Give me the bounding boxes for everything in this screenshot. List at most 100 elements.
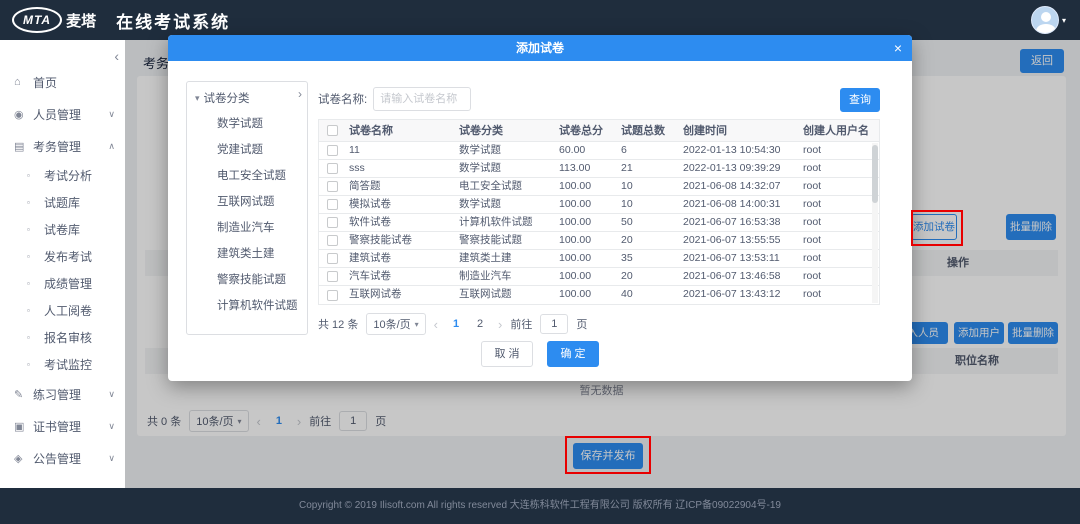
table-scrollbar[interactable] <box>872 143 878 303</box>
cell-created: 2021-06-07 16:53:38 <box>683 216 781 228</box>
total-count: 共 12 条 <box>318 319 359 331</box>
cell-score: 100.00 <box>559 270 592 282</box>
row-checkbox[interactable] <box>326 145 338 156</box>
category-tree-root[interactable]: ▾ 试卷分类 <box>187 82 307 111</box>
menu-label: 考试分析 <box>44 169 93 183</box>
tree-item[interactable]: 警察技能试题 <box>187 267 307 293</box>
row-checkbox[interactable] <box>326 199 338 210</box>
practice-icon: ✎ <box>14 388 24 401</box>
cancel-button[interactable]: 取 消 <box>481 341 533 367</box>
table-row: 互联网试卷 互联网试题 100.00 40 2021-06-07 13:43:12 roo… <box>319 286 879 304</box>
row-checkbox[interactable] <box>326 253 338 264</box>
exam-analysis-icon: ▫ <box>27 171 30 180</box>
select-all-checkbox[interactable] <box>326 125 338 136</box>
tree-item[interactable]: 建筑类土建 <box>187 241 307 267</box>
cell-score: 100.00 <box>559 288 592 300</box>
prev-page-icon[interactable]: ‹ <box>434 317 438 332</box>
checkbox-cell <box>319 232 345 249</box>
page-size-select[interactable]: 10条/页 ▾ <box>366 313 426 335</box>
row-checkbox[interactable] <box>326 271 338 282</box>
tree-collapse-handle-icon[interactable]: › <box>298 87 302 101</box>
sidebar-item-certificate[interactable]: ▣ 证书管理 ∨ <box>0 410 125 442</box>
cell-score: 113.00 <box>559 162 591 174</box>
tree-item[interactable]: 互联网试题 <box>187 189 307 215</box>
sidebar-item-score-mgmt[interactable]: ▫ 成绩管理 <box>0 270 125 297</box>
tree-item[interactable]: 数学试题 <box>187 111 307 137</box>
cell-creator: root <box>803 288 822 300</box>
cell-score: 60.00 <box>559 144 586 156</box>
sidebar-item-home[interactable]: ⌂ 首页 <box>0 66 125 98</box>
sidebar-collapse-icon[interactable]: ‹ <box>114 48 119 64</box>
sidebar-item-practice[interactable]: ✎ 练习管理 ∨ <box>0 378 125 410</box>
paper-table-body: 11 数学试题 60.00 6 2022-01-13 10:54:30 root sss 数学… <box>319 142 879 304</box>
page-title: 在线考试系统 <box>116 12 231 32</box>
cell-created: 2021-06-07 13:53:11 <box>683 252 780 264</box>
chevron-down-icon: ▾ <box>414 319 419 329</box>
sidebar-item-personnel[interactable]: ◉ 人员管理 ∨ <box>0 98 125 130</box>
avatar-body-icon <box>1035 24 1056 33</box>
cell-created: 2022-01-13 10:54:30 <box>683 144 781 156</box>
column-header: 试卷名称 <box>349 125 393 137</box>
cell-count: 50 <box>621 216 633 228</box>
brand-logo[interactable]: MTA 麦塔 <box>12 7 96 33</box>
query-button[interactable]: 查询 <box>840 88 880 112</box>
sidebar-item-exam-analysis[interactable]: ▫ 考试分析 <box>0 162 125 189</box>
sidebar-item-manual-marking[interactable]: ▫ 人工阅卷 <box>0 297 125 324</box>
cell-category: 数学试题 <box>459 198 501 210</box>
sidebar-item-exam-monitor[interactable]: ▫ 考试监控 <box>0 351 125 378</box>
chevron-down-icon: ∨ <box>108 388 115 399</box>
cell-count: 20 <box>621 270 633 282</box>
tree-item[interactable]: 电工安全试题 <box>187 163 307 189</box>
tree-root-label: 试卷分类 <box>203 93 250 105</box>
personnel-icon: ◉ <box>14 108 24 121</box>
confirm-button[interactable]: 确 定 <box>547 341 599 367</box>
sidebar-item-registration-review[interactable]: ▫ 报名审核 <box>0 324 125 351</box>
row-checkbox[interactable] <box>326 289 338 301</box>
scrollbar-thumb[interactable] <box>872 145 878 203</box>
cell-created: 2021-06-07 13:43:12 <box>683 288 781 300</box>
row-checkbox[interactable] <box>326 217 338 228</box>
sidebar-item-announcement[interactable]: ◈ 公告管理 ∨ <box>0 442 125 474</box>
table-row: 11 数学试题 60.00 6 2022-01-13 10:54:30 root <box>319 142 879 160</box>
menu-label: 发布考试 <box>44 250 93 264</box>
table-row: 汽车试卷 制造业汽车 100.00 20 2021-06-07 13:46:58 root <box>319 268 879 286</box>
menu-label: 考务管理 <box>33 139 82 154</box>
cell-name: sss <box>349 162 365 174</box>
goto-page-input[interactable] <box>540 314 569 334</box>
menu-label: 人工阅卷 <box>44 304 93 318</box>
app-window: MTA 麦塔 在线考试系统 ▾ ‹ ⌂ 首页 ◉ 人员管理 ∨ ▤ 考务管理 ∧ ▫ 考试分析 ▫ 试… <box>0 0 1080 524</box>
next-page-icon[interactable]: › <box>498 317 502 332</box>
row-checkbox[interactable] <box>326 181 338 192</box>
paper-name-input[interactable] <box>373 87 472 111</box>
cell-creator: root <box>803 180 822 192</box>
sidebar-menu: ⌂ 首页 ◉ 人员管理 ∨ ▤ 考务管理 ∧ ▫ 考试分析 ▫ 试题库 ▫ 试卷库 ▫ 发布考试 ▫ 成绩管理 ▫ 人… <box>0 40 125 474</box>
page-button-2[interactable]: 2 <box>470 314 490 334</box>
cell-score: 100.00 <box>559 252 592 264</box>
user-avatar[interactable]: ▾ <box>1030 6 1066 34</box>
cell-category: 计算机软件试题 <box>459 216 533 228</box>
cell-created: 2021-06-07 13:55:55 <box>683 234 781 246</box>
sidebar-item-publish-exam[interactable]: ▫ 发布考试 <box>0 243 125 270</box>
registration-review-icon: ▫ <box>27 333 30 342</box>
sidebar-item-paper-bank[interactable]: ▫ 试卷库 <box>0 216 125 243</box>
row-checkbox[interactable] <box>326 163 338 174</box>
tree-item[interactable]: 计算机软件试题 <box>187 293 307 319</box>
copyright-text: Copyright © 2019 Ilisoft.com All rights … <box>299 500 781 511</box>
tree-item[interactable]: 党建试题 <box>187 137 307 163</box>
sidebar-item-question-bank[interactable]: ▫ 试题库 <box>0 189 125 216</box>
cell-category: 制造业汽车 <box>459 270 512 282</box>
sidebar-item-exam-admin[interactable]: ▤ 考务管理 ∧ <box>0 130 125 162</box>
cell-creator: root <box>803 198 822 210</box>
page-button-1[interactable]: 1 <box>446 314 466 334</box>
column-header: 创建人用户名 <box>803 125 869 137</box>
paper-table: 试卷名称 试卷分类 试卷总分 试题总数 创建时间 创建人用户名 11 数学试题 60.00 6 2… <box>318 119 880 305</box>
checkbox-cell <box>319 250 345 267</box>
cell-created: 2022-01-13 09:39:29 <box>683 162 781 174</box>
close-icon[interactable]: × <box>894 35 902 61</box>
certificate-icon: ▣ <box>14 420 25 433</box>
tree-item[interactable]: 制造业汽车 <box>187 215 307 241</box>
row-checkbox[interactable] <box>326 235 338 246</box>
cell-name: 建筑试卷 <box>349 252 391 264</box>
exam-admin-icon: ▤ <box>14 140 25 153</box>
manual-marking-icon: ▫ <box>27 306 30 315</box>
